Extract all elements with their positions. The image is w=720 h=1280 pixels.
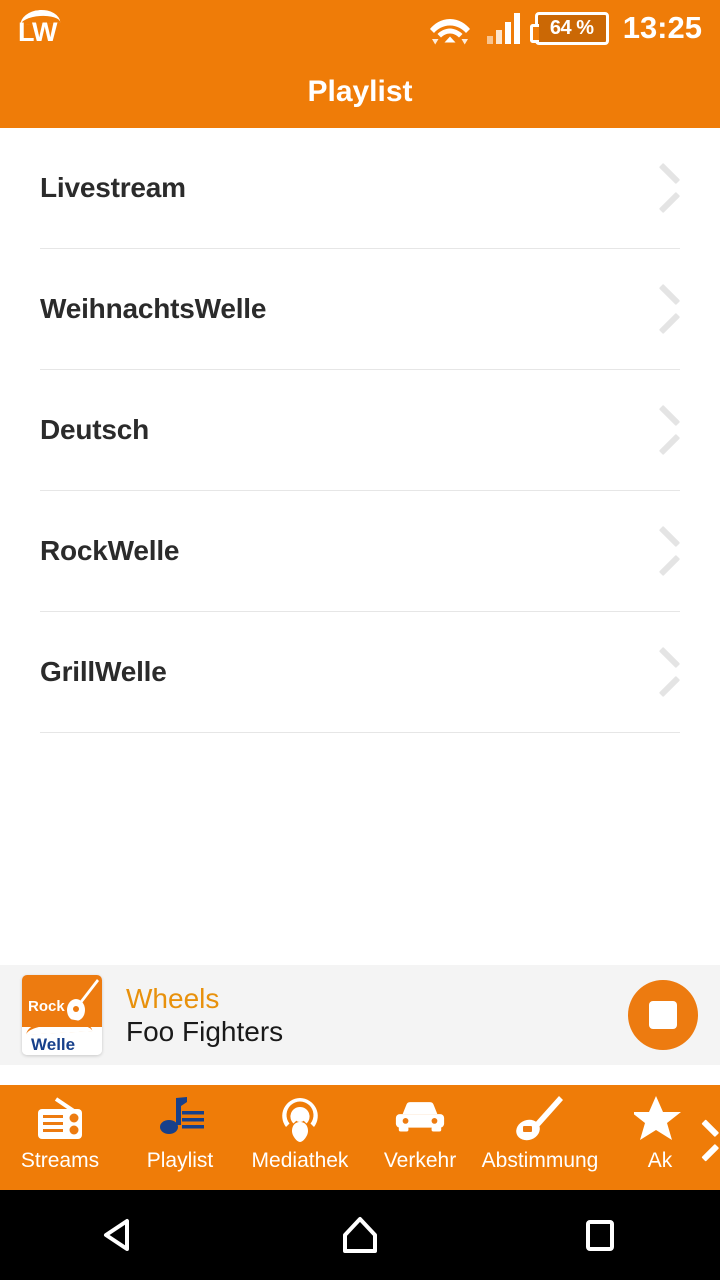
lw-logo-text: LW	[18, 17, 57, 47]
guitar-icon	[513, 1093, 567, 1143]
chevron-right-icon	[650, 530, 680, 572]
rockwelle-album-art-icon: Rock Welle	[22, 975, 102, 1055]
nav-item-abstimmung[interactable]: Abstimmung	[480, 1085, 600, 1190]
nav-label-mediathek: Mediathek	[251, 1149, 349, 1172]
list-item[interactable]: WeihnachtsWelle	[0, 249, 720, 369]
now-playing-bar[interactable]: Rock Welle Wheels Foo Fighters	[0, 965, 720, 1065]
now-playing-artist: Foo Fighters	[126, 1015, 284, 1047]
android-back-button[interactable]	[60, 1190, 180, 1280]
app-title-bar: Playlist	[0, 56, 720, 128]
chevron-right-icon	[650, 409, 680, 451]
chevron-right-icon	[650, 167, 680, 209]
android-home-button[interactable]	[300, 1190, 420, 1280]
radio-icon	[33, 1093, 87, 1143]
bottom-navigation[interactable]: Streams Playlist Mediathek Verkehr Absti…	[0, 1085, 720, 1190]
album-art-top-label: Rock	[28, 998, 65, 1015]
home-icon	[343, 1217, 377, 1253]
now-playing-text: Wheels Foo Fighters	[126, 984, 283, 1046]
nav-scroll-chevron-right-icon[interactable]	[696, 1125, 720, 1159]
list-item-label: Deutsch	[40, 414, 150, 445]
now-playing-title: Wheels	[126, 983, 220, 1015]
status-clock: 13:25	[622, 10, 702, 45]
nav-item-verkehr[interactable]: Verkehr	[360, 1085, 480, 1190]
battery-icon: 64 %	[529, 11, 609, 45]
stop-button[interactable]	[628, 980, 698, 1050]
stop-icon	[649, 1001, 677, 1029]
app-screen: LW 64 % 13:25 Playlist Livestream Weihna…	[0, 0, 720, 1280]
lw-wave-logo-icon: LW	[18, 6, 74, 50]
playlist-list: Livestream WeihnachtsWelle Deutsch RockW…	[0, 128, 720, 733]
list-item[interactable]: Livestream	[0, 128, 720, 248]
nav-label-aktionen: Ak	[647, 1149, 673, 1172]
recents-square-icon	[586, 1220, 614, 1251]
battery-percent-label: 64 %	[549, 16, 594, 39]
list-item-label: GrillWelle	[40, 656, 167, 687]
list-item-label: RockWelle	[40, 535, 180, 566]
car-icon	[393, 1093, 447, 1143]
list-item[interactable]: RockWelle	[0, 491, 720, 611]
nav-item-mediathek[interactable]: Mediathek	[240, 1085, 360, 1190]
android-recents-button[interactable]	[540, 1190, 660, 1280]
nav-label-playlist: Playlist	[146, 1149, 214, 1172]
nav-label-abstimmung: Abstimmung	[481, 1149, 599, 1172]
guitar-icon	[67, 979, 99, 1021]
list-item-label: Livestream	[40, 172, 186, 203]
star-icon	[633, 1093, 687, 1143]
list-divider	[40, 732, 680, 733]
music-note-icon	[153, 1093, 207, 1143]
album-art-bottom-label: Welle	[31, 1035, 76, 1054]
list-item[interactable]: GrillWelle	[0, 612, 720, 732]
android-system-nav	[0, 1190, 720, 1280]
nav-label-streams: Streams	[20, 1149, 100, 1172]
nav-item-playlist[interactable]: Playlist	[120, 1085, 240, 1190]
cellular-signal-icon	[486, 13, 520, 44]
status-icons: 64 % 13:25	[429, 10, 702, 46]
status-bar: LW 64 % 13:25	[0, 0, 720, 56]
chevron-right-icon	[650, 288, 680, 330]
wifi-icon	[429, 19, 470, 45]
back-triangle-icon	[104, 1219, 129, 1251]
list-item[interactable]: Deutsch	[0, 370, 720, 490]
list-item-label: WeihnachtsWelle	[40, 293, 267, 324]
page-title: Playlist	[307, 75, 413, 108]
nav-item-streams[interactable]: Streams	[0, 1085, 120, 1190]
nav-label-verkehr: Verkehr	[383, 1149, 457, 1172]
chevron-right-icon	[650, 651, 680, 693]
podcast-icon	[273, 1093, 327, 1143]
